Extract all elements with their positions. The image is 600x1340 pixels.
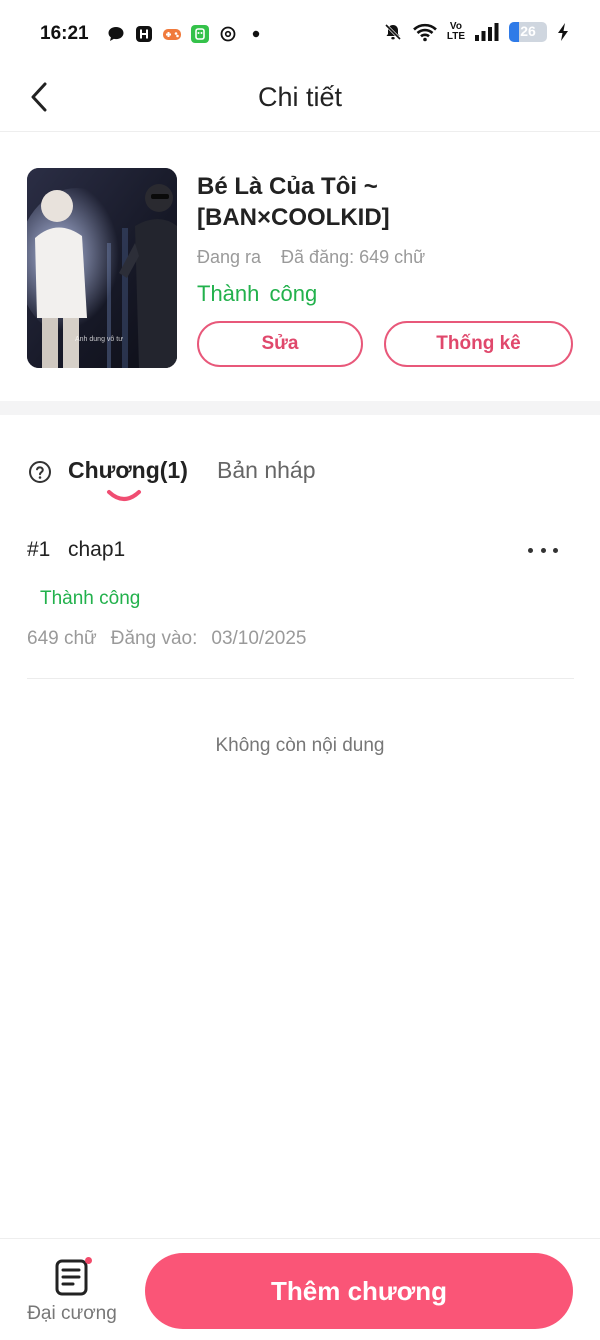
more-options-button[interactable] — [528, 540, 558, 560]
section-divider — [0, 401, 600, 415]
chapter-meta: 649 chữ Đăng vào: 03/10/2025 — [27, 628, 306, 650]
system-status-icons: Vo LTE 26 — [383, 22, 570, 42]
statistics-button[interactable]: Thống kê — [384, 321, 573, 367]
chapter-list-item[interactable]: #1 chap1 Thành công 649 chữ Đăng vào: 03/1… — [27, 520, 574, 679]
book-meta: Đang ra Đã đăng: 649 chữ — [197, 247, 425, 268]
book-cover[interactable]: Anh dung vô tư — [27, 168, 177, 368]
more-dot-icon — [528, 547, 533, 553]
page-title: Chi tiết — [257, 82, 343, 112]
add-chapter-button[interactable]: Thêm chương — [145, 1253, 573, 1329]
bell-muted-icon — [383, 22, 403, 42]
status-time: 16:21 — [40, 23, 89, 44]
notification-icons — [106, 24, 266, 44]
chat-bubble-icon — [106, 24, 126, 44]
chapter-status: Thành công — [40, 588, 141, 609]
threads-icon — [218, 24, 238, 44]
chapter-published-label: Đăng vào: — [110, 628, 198, 649]
notification-dot — [85, 1257, 92, 1264]
chapter-title: chap1 — [68, 538, 126, 561]
question-circle-icon[interactable] — [28, 460, 52, 484]
document-list-icon — [55, 1259, 88, 1296]
volte-icon: Vo LTE — [446, 21, 465, 42]
bottom-bar: Đại cương Thêm chương — [0, 1238, 600, 1340]
word-count: Đã đăng: 649 chữ — [281, 247, 426, 267]
cover-caption: Anh dung vô tư — [75, 336, 123, 343]
chapter-words: 649 chữ — [27, 628, 97, 649]
chapter-number: #1 — [27, 538, 51, 561]
end-of-list-note: Không còn nội dung — [215, 735, 385, 756]
battery-icon: 26 — [509, 22, 547, 42]
top-bar: Chi tiết — [0, 68, 600, 132]
book-title: Bé Là Của Tôi ~ [BAN×COOLKID] — [197, 173, 390, 231]
book-status: Thành công — [197, 281, 318, 306]
more-dot-icon — [540, 547, 546, 553]
publish-state: Đang ra — [197, 247, 262, 267]
status-bar: 16:21 Vo LTE 26 — [0, 0, 600, 68]
active-tab-indicator — [107, 490, 141, 501]
book-card: Anh dung vô tư Bé Là Của Tôi ~ [BAN×COOL… — [0, 133, 600, 401]
edit-button[interactable]: Sửa — [197, 321, 363, 367]
more-dot-icon — [553, 547, 558, 553]
chapter-published-date: 03/10/2025 — [211, 628, 307, 649]
tab-drafts[interactable]: Bản nháp — [217, 457, 315, 484]
chapter-detail-screen: 16:21 Vo LTE 26 Chi tiết Anh dung vô tư … — [0, 0, 600, 1340]
tab-chapters[interactable]: Chương(1) — [68, 457, 188, 484]
charging-icon — [556, 22, 570, 42]
wechat-icon — [190, 24, 210, 44]
outline-button[interactable]: Đại cương — [18, 1257, 126, 1337]
h-app-icon — [134, 24, 154, 44]
signal-icon — [474, 22, 500, 42]
wifi-icon — [412, 22, 438, 42]
dot-icon — [246, 24, 266, 44]
game-icon — [162, 24, 182, 44]
tab-bar: Chương(1) Bản nháp — [0, 440, 600, 510]
outline-label: Đại cương — [27, 1303, 117, 1324]
